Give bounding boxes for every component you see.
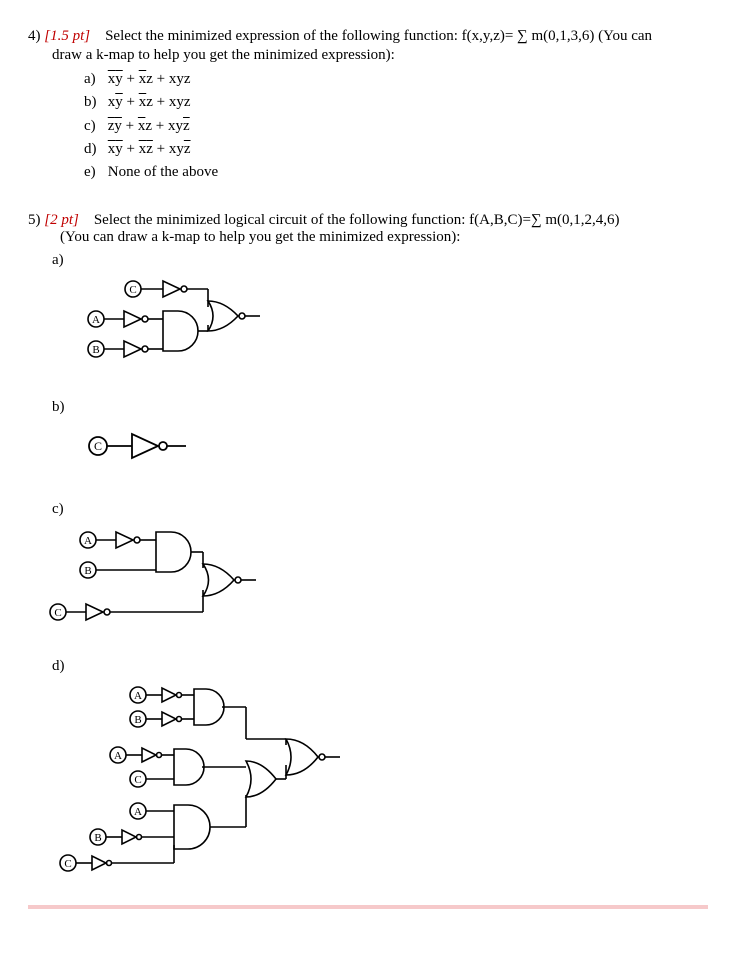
circuit-diagram-b: C [28, 418, 228, 473]
q5-option-d-label[interactable]: d) [52, 658, 708, 675]
footer-divider [28, 905, 708, 909]
q5-points: [2 pt] [44, 212, 79, 228]
svg-text:B: B [84, 565, 91, 577]
expression: zy + xz + xyz [108, 118, 190, 134]
svg-text:C: C [64, 858, 71, 870]
q4-option-b[interactable]: b) xy + xz + xyz [84, 91, 708, 114]
q4-options: a) xy + xz + xyz b) xy + xz + xyz c) zy … [84, 68, 708, 184]
svg-text:B: B [92, 344, 99, 356]
svg-text:A: A [134, 806, 142, 818]
q4-number: 4) [28, 28, 41, 44]
q5-option-b-label[interactable]: b) [52, 399, 708, 416]
expression: xy + xz + xyz [108, 94, 191, 110]
option-letter: e) [84, 161, 104, 184]
question-4: 4) [1.5 pt] Select the minimized express… [28, 28, 708, 184]
svg-text:B: B [134, 714, 141, 726]
svg-text:A: A [134, 690, 142, 702]
q4-points: [1.5 pt] [44, 28, 90, 44]
q4-option-e[interactable]: e) None of the above [84, 161, 708, 184]
q4-prompt-line1: Select the minimized expression of the f… [105, 28, 652, 44]
q4-prompt-line2: draw a k-map to help you get the minimiz… [52, 47, 708, 64]
option-letter: d) [84, 138, 104, 161]
svg-text:A: A [114, 750, 122, 762]
svg-text:C: C [54, 607, 61, 619]
option-letter: a) [84, 68, 104, 91]
expression: xy + xz + xyz [108, 141, 191, 157]
svg-text:C: C [134, 774, 141, 786]
expression: xy + xz + xyz [108, 71, 191, 87]
circuit-diagram-a: C A B [28, 271, 288, 371]
svg-text:A: A [84, 535, 92, 547]
option-letter: b) [84, 91, 104, 114]
circuit-diagram-c: A B C [28, 520, 278, 630]
svg-text:C: C [94, 439, 102, 453]
option-letter: c) [84, 115, 104, 138]
q4-option-d[interactable]: d) xy + xz + xyz [84, 138, 708, 161]
expression: None of the above [108, 164, 218, 180]
svg-text:B: B [94, 832, 101, 844]
svg-text:C: C [129, 284, 136, 296]
q5-prompt-line2: (You can draw a k-map to help you get th… [60, 229, 708, 246]
q5-option-a-label[interactable]: a) [52, 252, 708, 269]
circuit-diagram-d: A B A C A B C [28, 677, 358, 877]
q5-option-c-label[interactable]: c) [52, 501, 708, 518]
q4-option-c[interactable]: c) zy + xz + xyz [84, 115, 708, 138]
svg-text:A: A [92, 314, 100, 326]
q4-option-a[interactable]: a) xy + xz + xyz [84, 68, 708, 91]
question-5: 5) [2 pt] Select the minimized logical c… [28, 212, 708, 877]
q5-prompt-line1: Select the minimized logical circuit of … [94, 212, 620, 228]
q5-number: 5) [28, 212, 41, 228]
